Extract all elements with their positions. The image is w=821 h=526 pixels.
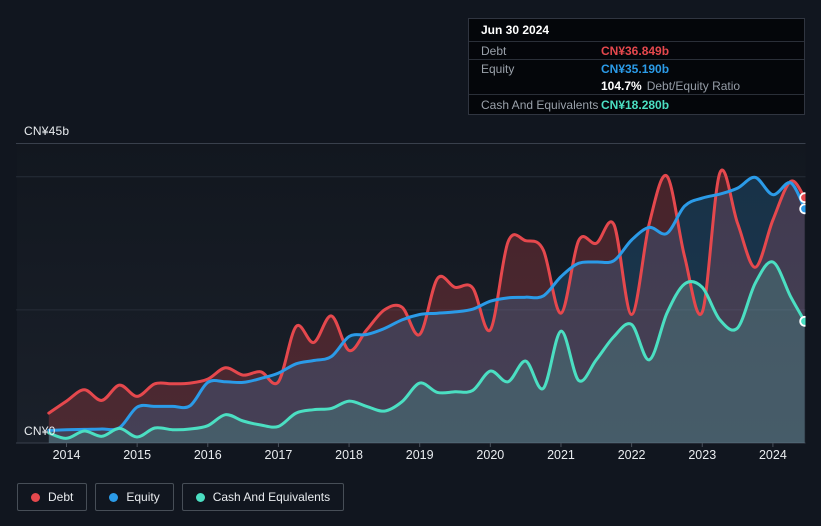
tooltip-equity-label: Equity xyxy=(481,61,515,76)
x-axis-label: 2022 xyxy=(617,448,646,462)
x-axis-label: 2014 xyxy=(52,448,81,462)
x-axis-label: 2019 xyxy=(405,448,434,462)
tooltip-debt-value: CN¥36.849b xyxy=(601,43,670,58)
tooltip-ratio-label: Debt/Equity Ratio xyxy=(646,78,741,93)
tooltip-row-debt: Debt CN¥36.849b xyxy=(469,42,804,60)
y-axis-label-max: CN¥45b xyxy=(24,124,70,138)
x-axis-label: 2021 xyxy=(547,448,575,462)
tooltip-row-equity: Equity CN¥35.190b xyxy=(469,60,804,77)
tooltip-equity-value: CN¥35.190b xyxy=(601,61,670,76)
debt-equity-history-chart: CN¥45b CN¥0 2014 2015 2016 2017 2018 2019 2020… xyxy=(0,0,821,526)
tooltip-row-cash: Cash And Equivalents CN¥18.280b xyxy=(469,95,804,114)
debt-series-dot-icon xyxy=(31,492,40,502)
legend-item-cash[interactable]: Cash And Equivalents xyxy=(181,483,345,511)
cash-series-dot-icon xyxy=(195,492,205,502)
x-axis-label: 2024 xyxy=(758,448,787,462)
tooltip-debt-label: Debt xyxy=(481,43,507,58)
tooltip-cash-value: CN¥18.280b xyxy=(601,97,670,112)
tooltip-date: Jun 30 2024 xyxy=(469,19,804,42)
x-axis: 2014 2015 2016 2017 2018 2019 2020 2021 2022 2023… xyxy=(0,448,821,466)
legend-debt-label: Debt xyxy=(48,490,74,504)
tooltip-cash-label: Cash And Equivalents xyxy=(481,97,599,112)
legend-item-equity[interactable]: Equity xyxy=(95,483,174,511)
legend-item-debt[interactable]: Debt xyxy=(17,483,88,511)
legend-equity-label: Equity xyxy=(126,490,160,504)
equity-series-dot-icon xyxy=(109,492,119,502)
tooltip-row-ratio: 104.7% Debt/Equity Ratio xyxy=(469,77,804,95)
x-axis-label: 2018 xyxy=(335,448,363,462)
x-axis-label: 2020 xyxy=(476,448,505,462)
x-axis-label: 2023 xyxy=(688,448,717,462)
tooltip-card: Jun 30 2024 Debt CN¥36.849b Equity CN¥35… xyxy=(468,18,805,115)
x-axis-label: 2017 xyxy=(264,448,293,462)
y-axis-label-zero: CN¥0 xyxy=(24,424,56,438)
x-axis-label: 2015 xyxy=(123,448,152,462)
legend: Debt Equity Cash And Equivalents xyxy=(17,483,345,511)
legend-cash-label: Cash And Equivalents xyxy=(212,490,331,504)
tooltip-ratio-value: 104.7% xyxy=(601,78,642,93)
x-axis-label: 2016 xyxy=(193,448,222,462)
